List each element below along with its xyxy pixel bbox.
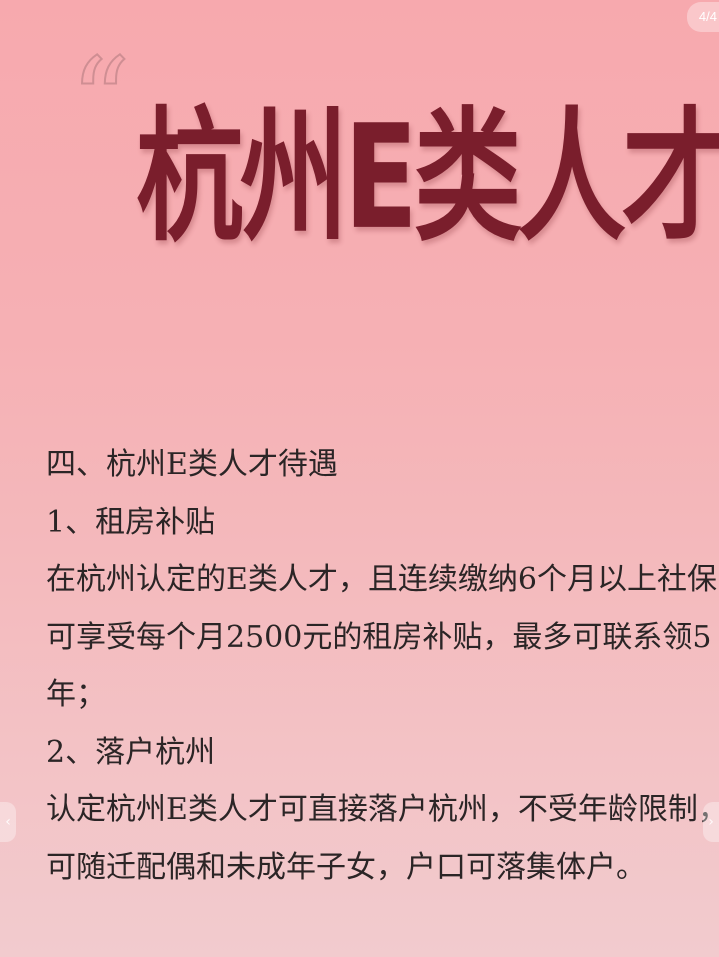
- page-indicator: 4/4: [687, 2, 719, 32]
- paragraph-line: 认定杭州E类人才可直接落户杭州，不受年龄限制，: [46, 792, 719, 827]
- article-body: 四、杭州E类人才待遇 1、租房补贴 在杭州认定的E类人才，且连续缴纳6个月以上社…: [46, 436, 719, 896]
- paragraph-line: 可享受每个月2500元的租房补贴，最多可联系领5: [46, 619, 712, 655]
- paragraph-line: 在杭州认定的E类人才，且连续缴纳6个月以上社保，: [46, 562, 719, 597]
- section-heading: 四、杭州E类人才待遇: [46, 447, 338, 482]
- paragraph-line: 可随迁配偶和未成年子女，户口可落集体户。: [46, 849, 646, 885]
- image-viewer[interactable]: 4/4 “ 杭州E类人才 四、杭州E类人才待遇 1、租房补贴 在杭州认定的E类人…: [0, 0, 719, 957]
- chevron-left-icon: ‹: [5, 814, 11, 830]
- next-page-button[interactable]: ›: [703, 802, 719, 842]
- prev-page-button[interactable]: ‹: [0, 802, 16, 842]
- subheading-rent-subsidy: 1、租房补贴: [46, 504, 216, 540]
- chevron-right-icon: ›: [708, 814, 714, 830]
- page-title: 杭州E类人才: [136, 95, 719, 262]
- subheading-hukou: 2、落户杭州: [46, 734, 216, 770]
- paragraph-line: 年；: [46, 677, 106, 712]
- quote-mark-icon: “: [69, 32, 131, 170]
